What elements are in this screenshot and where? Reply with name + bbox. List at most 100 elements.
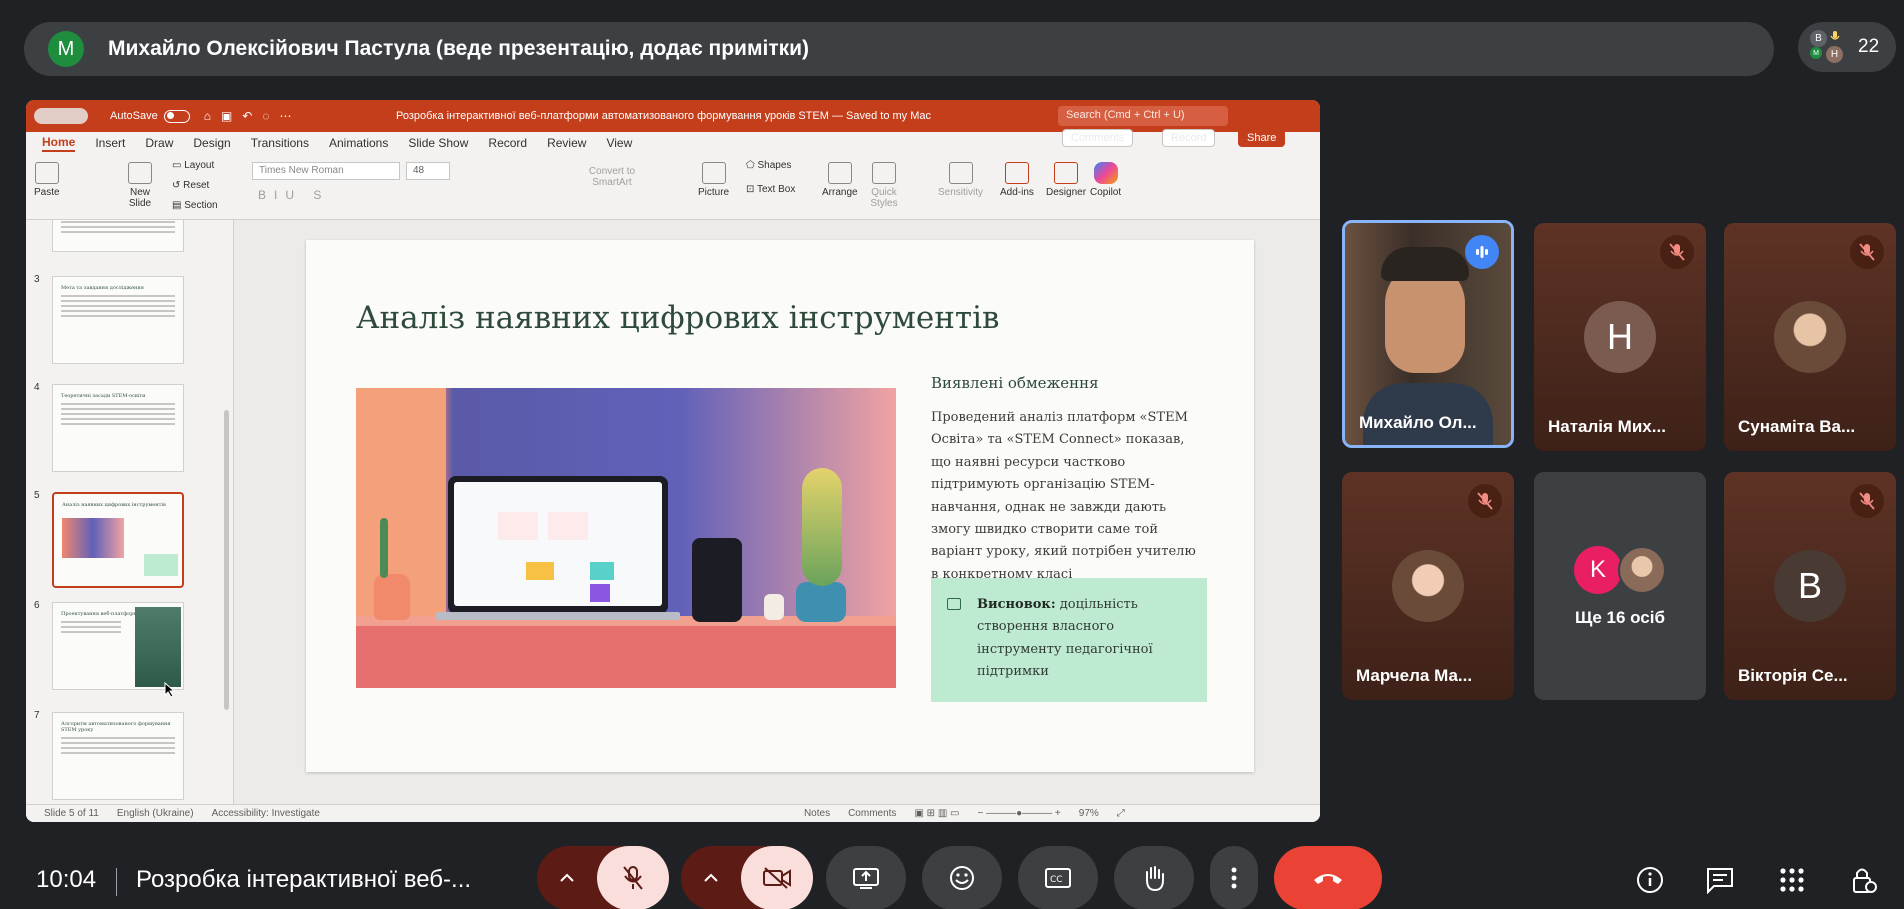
- thumbnails-scrollbar[interactable]: [224, 410, 229, 710]
- slide-canvas: Аналіз наявних цифрових інструментів Вия…: [234, 220, 1320, 804]
- tab-slide-show[interactable]: Slide Show: [408, 136, 468, 150]
- participant-tile[interactable]: В Вікторія Се...: [1724, 472, 1896, 700]
- zoom-slider[interactable]: − ———●——— +: [978, 808, 1061, 819]
- language[interactable]: English (Ukraine): [117, 808, 194, 819]
- tab-insert[interactable]: Insert: [95, 136, 125, 150]
- audio-bars-icon: [1476, 246, 1488, 258]
- slide[interactable]: Аналіз наявних цифрових інструментів Вия…: [306, 240, 1254, 772]
- zoom-level[interactable]: 97%: [1079, 808, 1099, 819]
- paste-label: Paste: [34, 187, 60, 198]
- slide-thumbnail[interactable]: Алгоритм автоматизованого формування STE…: [52, 712, 184, 800]
- ppt-status-bar: Slide 5 of 11 English (Ukraine) Accessib…: [26, 804, 1320, 822]
- tab-home[interactable]: Home: [42, 135, 76, 152]
- sensitivity-button[interactable]: Sensitivity: [938, 162, 983, 198]
- notes-button[interactable]: Notes: [804, 808, 830, 819]
- font-name-select[interactable]: Times New Roman: [252, 162, 400, 180]
- participant-tile[interactable]: Марчела Ма...: [1342, 472, 1514, 700]
- section-button[interactable]: ▤ Section: [172, 200, 218, 211]
- record-button[interactable]: Record: [1162, 129, 1216, 147]
- participant-name: Наталія Мих...: [1548, 417, 1666, 436]
- search-input[interactable]: Search (Cmd + Ctrl + U): [1058, 106, 1228, 126]
- copilot-label: Copilot: [1090, 187, 1122, 198]
- captions-icon: CC: [1045, 868, 1071, 888]
- slide-subhead: Виявлені обмеження: [931, 374, 1099, 392]
- quick-access-icons[interactable]: ⌂▣↶◌⋯: [204, 109, 302, 123]
- muted-mic-icon: [1468, 484, 1502, 518]
- raise-hand-button[interactable]: [1114, 846, 1194, 909]
- slide-count: Slide 5 of 11: [44, 808, 99, 819]
- designer-button[interactable]: Designer: [1046, 162, 1086, 198]
- more-participants-tile[interactable]: K Ще 16 осіб: [1534, 472, 1706, 700]
- person-hair: [1381, 247, 1469, 281]
- picture-button[interactable]: Picture: [698, 162, 729, 198]
- quick-styles-button[interactable]: Quick Styles: [864, 162, 904, 209]
- leave-call-button[interactable]: [1274, 846, 1382, 909]
- dashboard-card: [498, 512, 538, 540]
- meeting-title: Розробка інтерактивної веб-...: [136, 866, 472, 893]
- thumbnail-image: [62, 518, 124, 558]
- new-slide-button[interactable]: New Slide: [120, 162, 160, 209]
- copilot-button[interactable]: Copilot: [1090, 162, 1121, 198]
- chat-button[interactable]: [1702, 862, 1738, 898]
- participant-tile-speaking[interactable]: Михайло Ол...: [1342, 220, 1514, 448]
- reset-button[interactable]: ↺ Reset: [172, 180, 209, 191]
- text-box-button[interactable]: ⊡ Text Box: [746, 184, 795, 195]
- slide-thumbnail-selected[interactable]: Аналіз наявних цифрових інструментів: [52, 492, 184, 588]
- autosave-toggle[interactable]: [163, 109, 190, 123]
- slide-thumbnail[interactable]: Мета та завдання дослідження: [52, 276, 184, 364]
- participants-button[interactable]: B H M 22: [1798, 22, 1896, 72]
- shared-screen: AutoSave ⌂▣↶◌⋯ Розробка інтерактивної ве…: [26, 100, 1320, 822]
- shapes-button[interactable]: ⬠ Shapes: [746, 160, 791, 171]
- tab-transitions[interactable]: Transitions: [251, 136, 309, 150]
- info-icon: [1637, 867, 1663, 893]
- slide-thumbnail[interactable]: [52, 220, 184, 252]
- lock-person-icon: [1853, 868, 1877, 893]
- tab-animations[interactable]: Animations: [329, 136, 388, 150]
- layout-button[interactable]: ▭ Layout: [172, 160, 214, 171]
- fit-icon[interactable]: ⤢: [1117, 808, 1125, 819]
- speaking-indicator-icon: [1465, 235, 1499, 269]
- tab-draw[interactable]: Draw: [145, 136, 173, 150]
- accessibility-status[interactable]: Accessibility: Investigate: [212, 808, 320, 819]
- muted-mic-icon: [1660, 235, 1694, 269]
- microphone-toggle[interactable]: [597, 846, 669, 909]
- tab-review[interactable]: Review: [547, 136, 586, 150]
- quick-styles-label: Quick Styles: [870, 187, 898, 209]
- tab-record[interactable]: Record: [488, 136, 527, 150]
- captions-button[interactable]: CC: [1018, 846, 1098, 909]
- camera-toggle[interactable]: [741, 846, 813, 909]
- tab-design[interactable]: Design: [193, 136, 230, 150]
- apps-grid-icon: [1780, 868, 1804, 892]
- paste-button[interactable]: Paste: [34, 162, 60, 198]
- tab-view[interactable]: View: [606, 136, 632, 150]
- activities-button[interactable]: [1774, 862, 1810, 898]
- mini-avatar: B: [1810, 30, 1827, 47]
- more-options-button[interactable]: [1210, 846, 1258, 909]
- convert-smartart-button[interactable]: Convert to SmartArt: [572, 166, 652, 188]
- audio-options-button[interactable]: [537, 873, 597, 883]
- hand-icon: [1146, 866, 1164, 892]
- hang-up-icon: [1314, 874, 1342, 884]
- document-title[interactable]: Розробка інтерактивної веб-платформи авт…: [396, 110, 931, 122]
- font-size-select[interactable]: 48: [406, 162, 450, 180]
- comments-status-button[interactable]: Comments: [848, 808, 896, 819]
- view-buttons[interactable]: ▣ ⊞ ▥ ▭: [914, 808, 959, 819]
- slide-body-text: Проведений аналіз платформ «STEM Освіта»…: [931, 410, 1196, 582]
- comments-button[interactable]: Comments: [1062, 129, 1134, 147]
- share-button[interactable]: Share: [1238, 129, 1286, 147]
- host-controls-button[interactable]: [1846, 862, 1882, 898]
- addins-button[interactable]: Add-ins: [1000, 162, 1034, 198]
- arrange-button[interactable]: Arrange: [822, 162, 858, 198]
- window-controls[interactable]: [34, 108, 88, 124]
- slide-thumbnail[interactable]: Проектування веб-платформи: [52, 602, 184, 690]
- format-buttons[interactable]: BIU S: [258, 188, 329, 202]
- video-options-button[interactable]: [681, 873, 741, 883]
- slide-thumbnail[interactable]: Теоретичні засади STEM-освіти: [52, 384, 184, 472]
- participant-tile[interactable]: Сунаміта Ва...: [1724, 223, 1896, 451]
- present-screen-button[interactable]: [826, 846, 906, 909]
- meeting-info-button[interactable]: [1632, 862, 1668, 898]
- participant-tile[interactable]: Н Наталія Мих...: [1534, 223, 1706, 451]
- thumbnail-number: 5: [34, 490, 40, 501]
- reactions-button[interactable]: [922, 846, 1002, 909]
- arrange-icon: [827, 162, 852, 184]
